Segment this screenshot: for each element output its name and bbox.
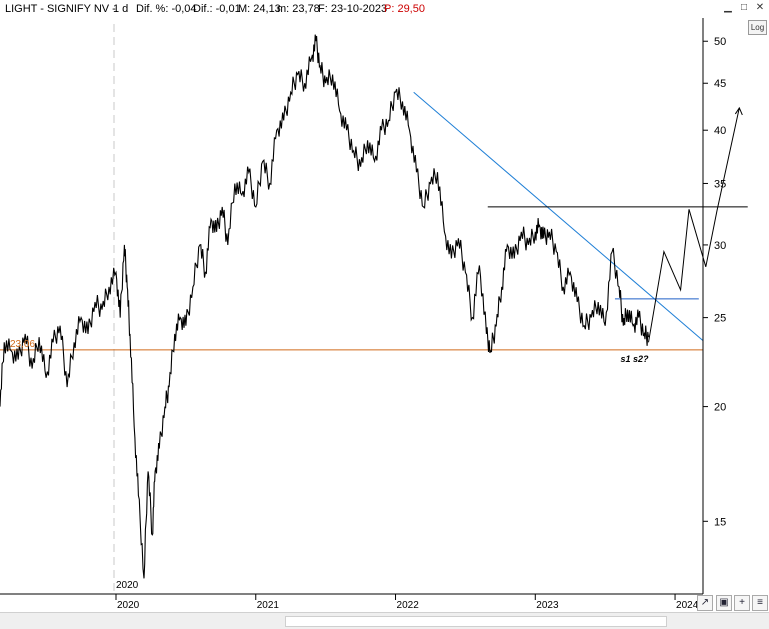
x-tick-label: 2020 <box>117 600 140 611</box>
annotation-label: s1 s2? <box>620 354 649 364</box>
y-tick-label: 45 <box>714 78 726 90</box>
scrollbar-thumb[interactable] <box>285 616 667 627</box>
trendline-icon[interactable]: ↗ <box>697 595 713 611</box>
x-tick-label: 2021 <box>257 600 280 611</box>
x-tick-label: 2022 <box>397 600 420 611</box>
axes: 15 20 25 30 35 40 45 50 2020 2021 2022 2023 2024 <box>0 18 726 611</box>
y-tick-label: 15 <box>714 516 726 528</box>
y-tick-label: 30 <box>714 240 726 252</box>
log-scale-button[interactable]: Log <box>748 20 767 35</box>
settings-icon[interactable]: ≡ <box>752 595 768 611</box>
zoom-icon[interactable]: + <box>734 595 750 611</box>
trend-line <box>413 91 704 341</box>
x-tick-label: 2023 <box>536 600 559 611</box>
y-tick-label: 25 <box>714 313 726 325</box>
y-tick-label: 35 <box>714 178 726 190</box>
horizontal-scrollbar[interactable] <box>0 612 769 629</box>
y-tick-label: 50 <box>714 36 726 48</box>
save-icon[interactable]: ▣ <box>716 595 732 611</box>
price-series-line <box>0 34 650 579</box>
chart-lines <box>0 34 748 579</box>
support-value-label: 23,06 <box>10 339 35 350</box>
y-tick-label: 40 <box>714 125 726 137</box>
projection-line <box>648 107 740 343</box>
x-tick-label: 2024 <box>676 600 699 611</box>
y-tick-label: 20 <box>714 402 726 414</box>
year-marker-label: 2020 <box>116 580 139 591</box>
price-chart: 15 20 25 30 35 40 45 50 2020 2021 2022 2023 2024 202… <box>0 18 748 611</box>
